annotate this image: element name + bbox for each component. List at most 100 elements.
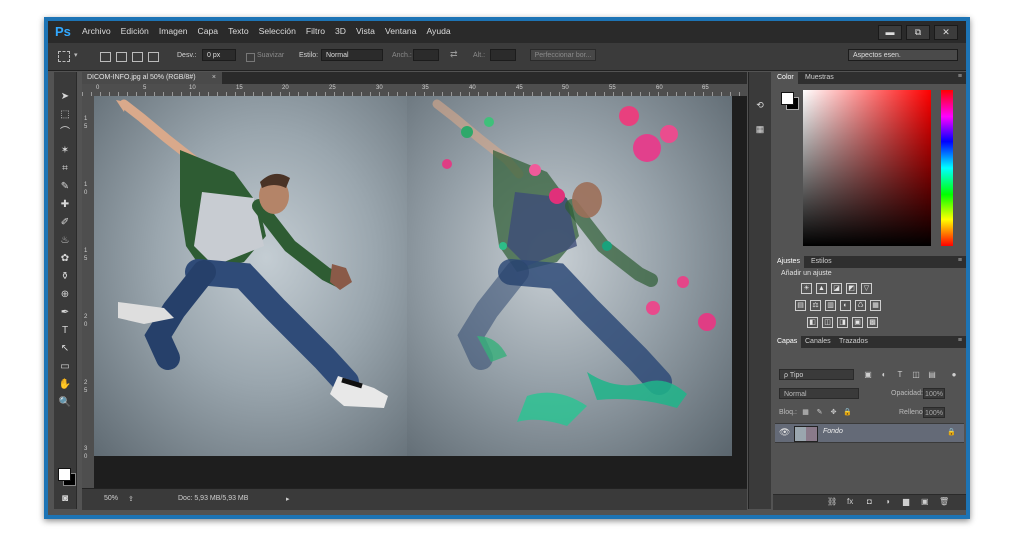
history-panel-icon[interactable]: ⟲ [753, 100, 767, 113]
zoom-tool-icon[interactable]: 🔍 [56, 396, 74, 410]
lock-position-icon[interactable]: ✥ [829, 408, 838, 417]
new-layer-icon[interactable]: ▣ [921, 497, 929, 506]
tab-styles[interactable]: Estilos [807, 256, 836, 268]
pen-tool-icon[interactable]: ✒ [56, 306, 74, 320]
smooth-checkbox[interactable] [246, 53, 255, 62]
filter-toggle-icon[interactable]: ● [949, 370, 959, 380]
fill-input[interactable]: 100% [923, 407, 945, 418]
quick-mask-icon[interactable]: ◙ [56, 492, 74, 506]
path-selection-tool-icon[interactable]: ↖ [56, 342, 74, 356]
lasso-tool-icon[interactable]: ⌒ [56, 126, 74, 140]
tab-adjustments[interactable]: Ajustes [773, 256, 804, 268]
tab-layers[interactable]: Capas [773, 336, 802, 348]
restore-button[interactable]: ⧉ [906, 25, 930, 40]
color-panel-foreground-swatch[interactable] [781, 92, 794, 105]
channel-mixer-icon[interactable]: ♺ [855, 300, 866, 311]
threshold-icon[interactable]: ◨ [837, 317, 848, 328]
style-select[interactable]: Normal [321, 49, 383, 61]
type-tool-icon[interactable]: T [56, 324, 74, 338]
zoom-level[interactable]: 50% [104, 495, 118, 502]
menu-ventana[interactable]: Ventana [385, 26, 417, 36]
menu-filtro[interactable]: Filtro [306, 26, 325, 36]
tool-preset-picker[interactable]: ▾ [58, 50, 88, 62]
refine-edge-button[interactable]: Perfeccionar bor... [530, 49, 596, 61]
layer-row[interactable]: 👁 Fondo 🔒 [775, 423, 964, 443]
width-input[interactable] [413, 49, 439, 61]
layer-filter-select[interactable]: ρ Tipo [779, 369, 854, 380]
eraser-tool-icon[interactable]: ⚱ [56, 270, 74, 284]
move-tool-icon[interactable]: ➤ [56, 90, 74, 104]
intersect-selection-icon[interactable] [148, 52, 159, 62]
layer-style-icon[interactable]: fx [847, 497, 853, 506]
subtract-selection-icon[interactable] [132, 52, 143, 62]
swap-dimensions-icon[interactable]: ⇄ [450, 49, 458, 60]
properties-panel-icon[interactable]: ▦ [753, 124, 767, 137]
lock-transparent-icon[interactable]: ▦ [801, 408, 810, 417]
gradient-map-icon[interactable]: ▩ [867, 317, 878, 328]
history-brush-tool-icon[interactable]: ✿ [56, 252, 74, 266]
opacity-input[interactable]: 100% [923, 388, 945, 399]
filter-type-icon[interactable]: T [895, 370, 905, 380]
minimize-button[interactable]: ▬ [878, 25, 902, 40]
crop-tool-icon[interactable]: ⌗ [56, 162, 74, 176]
panel-menu-icon[interactable]: ≡ [958, 73, 962, 80]
brightness-icon[interactable]: ☀ [801, 283, 812, 294]
stamp-tool-icon[interactable]: ♨ [56, 234, 74, 248]
height-input[interactable] [490, 49, 516, 61]
black-white-icon[interactable]: ▥ [825, 300, 836, 311]
filter-adjustment-icon[interactable]: ◐ [879, 370, 889, 380]
menu-ayuda[interactable]: Ayuda [426, 26, 450, 36]
rectangle-tool-icon[interactable]: ▭ [56, 360, 74, 374]
filter-pixel-icon[interactable]: ▣ [863, 370, 873, 380]
menu-vista[interactable]: Vista [356, 26, 375, 36]
lock-all-icon[interactable]: 🔒 [843, 408, 852, 417]
selective-color-icon[interactable]: ▣ [852, 317, 863, 328]
menu-texto[interactable]: Texto [228, 26, 249, 36]
trash-icon[interactable]: 🗑 [939, 497, 949, 506]
blend-mode-select[interactable]: Normal [779, 388, 859, 399]
brush-tool-icon[interactable]: ✐ [56, 216, 74, 230]
close-button[interactable]: ✕ [934, 25, 958, 40]
tab-channels[interactable]: Canales [801, 336, 835, 348]
filter-smart-object-icon[interactable]: ▤ [927, 370, 937, 380]
lock-image-icon[interactable]: ✎ [815, 408, 824, 417]
hue-saturation-icon[interactable]: ▤ [795, 300, 806, 311]
new-group-icon[interactable]: ▆ [903, 497, 909, 506]
tab-color[interactable]: Color [773, 72, 798, 84]
panel-menu-icon[interactable]: ≡ [958, 257, 962, 264]
paint-bucket-tool-icon[interactable]: ⊕ [56, 288, 74, 302]
color-balance-icon[interactable]: ⚖ [810, 300, 821, 311]
menu-seleccion[interactable]: Selección [259, 26, 296, 36]
layer-mask-icon[interactable]: ◘ [867, 497, 872, 506]
new-selection-icon[interactable] [100, 52, 111, 62]
visibility-eye-icon[interactable]: 👁 [779, 427, 790, 438]
tab-swatches[interactable]: Muestras [801, 72, 838, 84]
hand-tool-icon[interactable]: ✋ [56, 378, 74, 392]
color-spectrum-field[interactable] [803, 90, 931, 246]
link-layers-icon[interactable]: ⛓ [827, 497, 837, 506]
exposure-icon[interactable]: ◩ [846, 283, 857, 294]
curves-icon[interactable]: ◪ [831, 283, 842, 294]
menu-capa[interactable]: Capa [198, 26, 219, 36]
foreground-color-swatch[interactable] [58, 468, 71, 481]
tab-paths[interactable]: Trazados [835, 336, 872, 348]
marquee-tool-icon[interactable]: ⬚ [56, 108, 74, 122]
healing-tool-icon[interactable]: ✚ [56, 198, 74, 212]
hue-slider[interactable] [941, 90, 953, 246]
posterize-icon[interactable]: ◫ [822, 317, 833, 328]
close-tab-icon[interactable]: × [212, 72, 216, 84]
magic-wand-tool-icon[interactable]: ✶ [56, 144, 74, 158]
add-selection-icon[interactable] [116, 52, 127, 62]
menu-edicion[interactable]: Edición [121, 26, 149, 36]
document-canvas[interactable] [94, 96, 747, 488]
document-tab[interactable]: DICOM-INFO.jpg al 50% (RGB/8#) × [82, 72, 222, 84]
vibrance-icon[interactable]: ▽ [861, 283, 872, 294]
levels-icon[interactable]: ▲ [816, 283, 827, 294]
menu-archivo[interactable]: Archivo [82, 26, 111, 36]
filter-shape-icon[interactable]: ◫ [911, 370, 921, 380]
adjustment-layer-icon[interactable]: ◑ [885, 497, 890, 506]
color-lookup-icon[interactable]: ▦ [870, 300, 881, 311]
eyedropper-tool-icon[interactable]: ✎ [56, 180, 74, 194]
status-menu-arrow-icon[interactable]: ▸ [286, 495, 290, 503]
menu-imagen[interactable]: Imagen [159, 26, 188, 36]
